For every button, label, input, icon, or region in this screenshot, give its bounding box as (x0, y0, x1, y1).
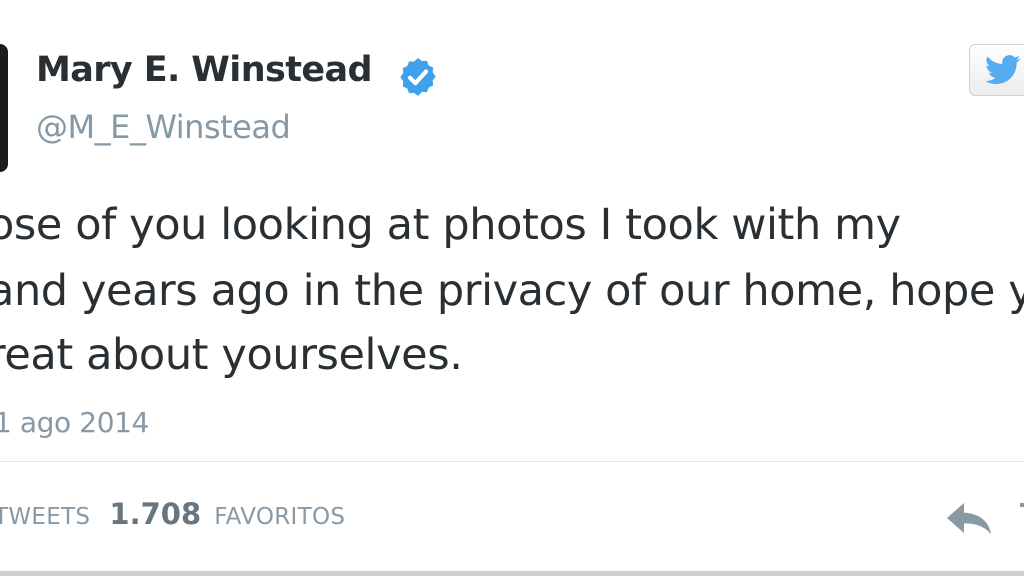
retweets-label[interactable]: TWEETS (0, 504, 90, 530)
tweet-text-line: reat about yourselves. (0, 330, 463, 380)
follow-button[interactable] (969, 44, 1024, 96)
bottom-border (0, 571, 1024, 576)
author-handle[interactable]: @M_E_Winstead (36, 108, 291, 146)
reply-arrow-icon[interactable] (944, 499, 996, 539)
favorites-count[interactable]: 1.708 (109, 497, 201, 531)
tweet-timestamp[interactable]: 1 ago 2014 (0, 406, 149, 439)
twitter-bird-icon (985, 55, 1021, 85)
avatar[interactable] (0, 44, 8, 172)
favorites-label[interactable]: FAVORITOS (214, 504, 345, 530)
author-name[interactable]: Mary E. Winstead (36, 50, 373, 90)
verified-badge-icon (400, 58, 436, 96)
tweet-text-line: ose of you looking at photos I took with… (0, 200, 901, 250)
tweet-text-line: and years ago in the privacy of our home… (0, 266, 1024, 316)
tweet-stats: TWEETS 1.708 FAVORITOS (0, 497, 345, 531)
divider (0, 461, 1024, 462)
retweet-icon[interactable] (1014, 499, 1024, 539)
tweet-card: Mary E. Winstead @M_E_Winstead ose of yo… (0, 0, 1024, 576)
